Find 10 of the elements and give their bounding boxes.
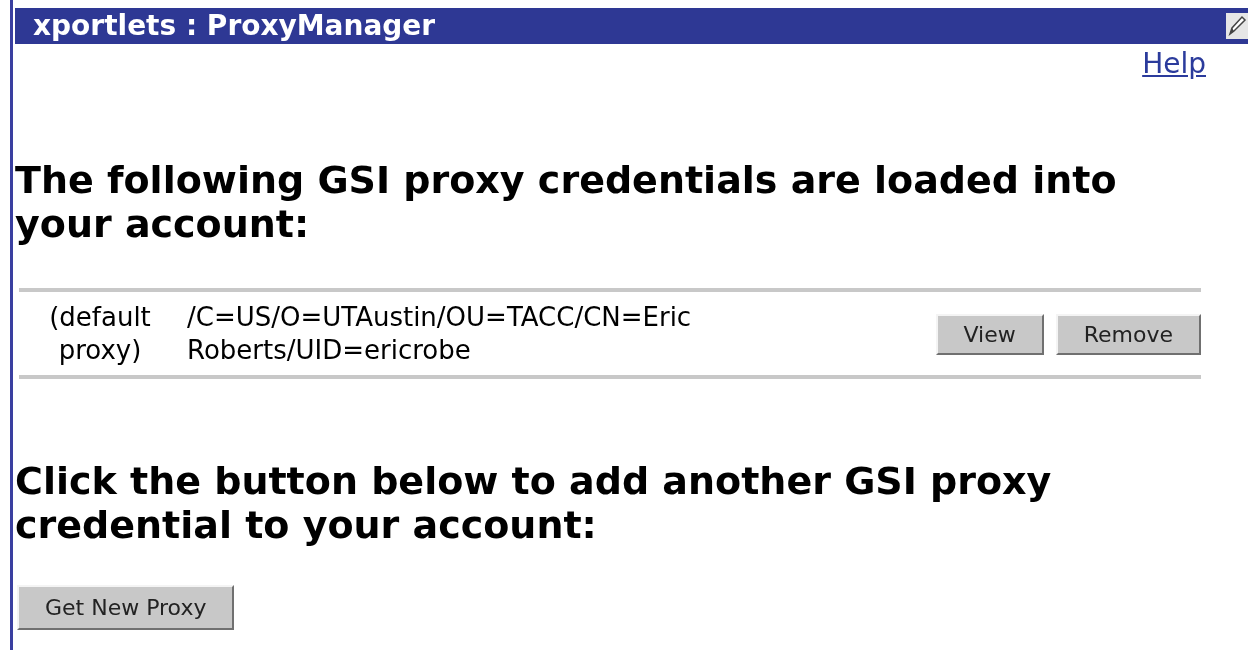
credential-subject: /C=US/O=UTAustin/OU=TACC/CN=Eric Roberts/UID=ericrobe — [186, 301, 693, 367]
action-button[interactable]: View — [935, 313, 1044, 355]
pencil-icon[interactable] — [1226, 13, 1248, 39]
help-link[interactable]: Help — [1142, 44, 1206, 84]
credential-label: (default proxy) — [48, 301, 152, 367]
portlet-title: xportlets : ProxyManager — [32, 8, 436, 44]
action-button[interactable]: Remove — [1055, 313, 1201, 355]
section-heading: The following GSI proxy credentials are loaded into your account: — [14, 158, 1118, 246]
get-new-proxy-button[interactable]: Get New Proxy — [17, 585, 235, 630]
section-heading: Click the button below to add another GSI proxy credential to your account: — [14, 459, 1053, 547]
